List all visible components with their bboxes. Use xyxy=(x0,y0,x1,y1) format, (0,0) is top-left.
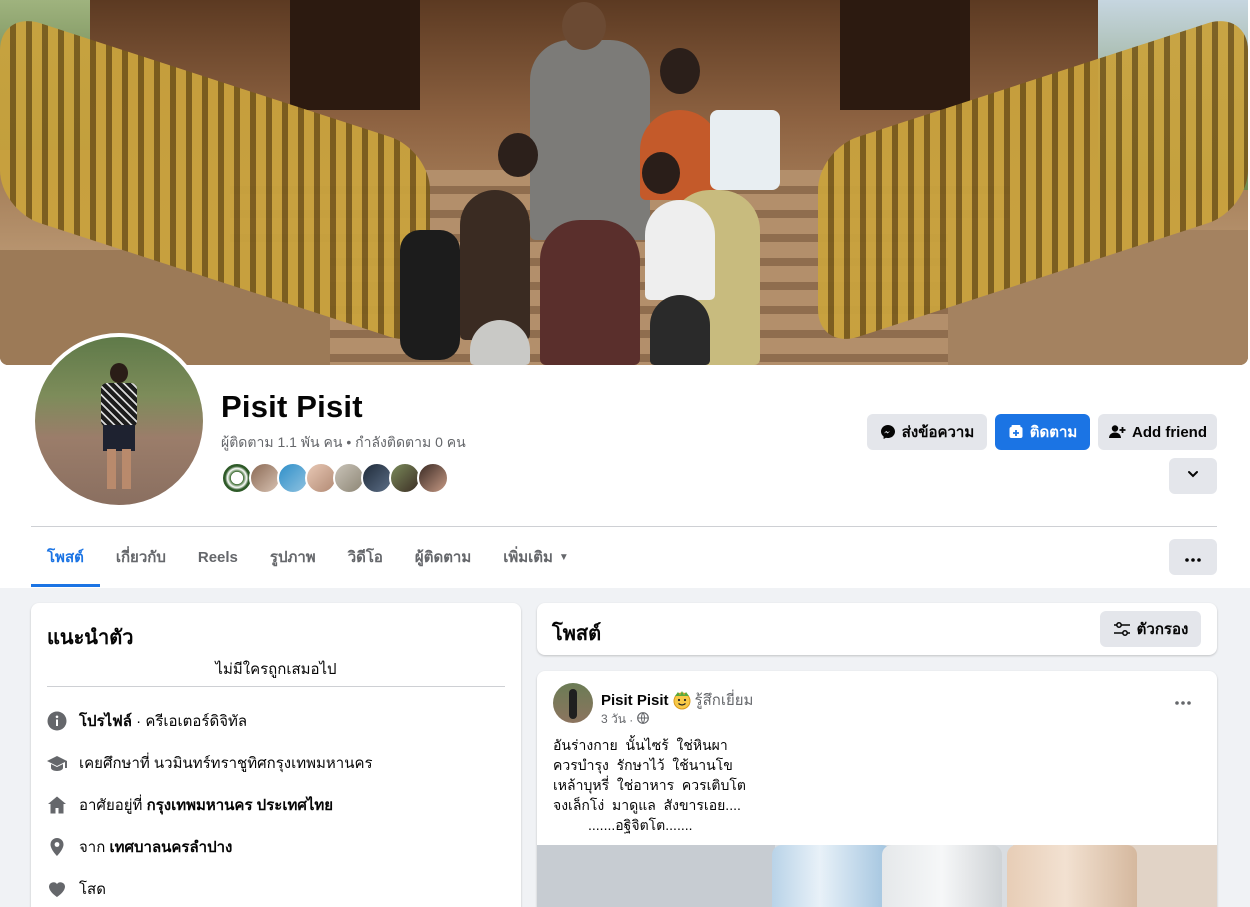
more-dots-icon xyxy=(1185,549,1201,566)
posts-header-card: โพสต์ ตัวกรอง xyxy=(537,603,1217,655)
filter-icon xyxy=(1113,621,1131,637)
tab-photos[interactable]: รูปภาพ xyxy=(254,527,332,587)
tabs-more-button[interactable] xyxy=(1169,539,1217,575)
cover-photo[interactable] xyxy=(0,0,1248,365)
tab-posts[interactable]: โพสต์ xyxy=(31,527,100,587)
intro-divider xyxy=(47,686,505,687)
post-author-name[interactable]: Pisit Pisit xyxy=(601,692,669,709)
add-friend-button[interactable]: Add friend xyxy=(1098,414,1217,450)
home-icon xyxy=(47,795,67,815)
post-author-avatar[interactable] xyxy=(553,683,593,723)
globe-icon xyxy=(636,712,649,727)
graduation-cap-icon xyxy=(47,753,67,773)
follower-avatars[interactable] xyxy=(221,462,449,494)
profile-tabs: โพสต์ เกี่ยวกับ Reels รูปภาพ วิดีโอ ผู้ต… xyxy=(31,527,585,587)
filter-button[interactable]: ตัวกรอง xyxy=(1100,611,1201,647)
follow-icon xyxy=(1008,424,1024,440)
follow-button[interactable]: ติดตาม xyxy=(995,414,1090,450)
post-time[interactable]: 3 วัน xyxy=(601,710,626,729)
info-icon xyxy=(47,711,67,731)
post-feeling: รู้สึกเยี่ยม xyxy=(694,692,754,709)
posts-title: โพสต์ xyxy=(552,623,602,645)
more-dots-icon xyxy=(1175,692,1191,710)
intro-item-profile: โปรไฟล์ · ครีเอเตอร์ดิจิทัล xyxy=(47,709,247,733)
tab-followers[interactable]: ผู้ติดตาม xyxy=(399,527,487,587)
more-options-button[interactable] xyxy=(1169,458,1217,494)
intro-item-location: อาศัยอยู่ที่ กรุงเทพมหานคร ประเทศไทย xyxy=(47,793,333,817)
post-options-button[interactable] xyxy=(1165,683,1201,719)
post-text: อันร่างกาย นั้นไซร้ ใช่หินผา ควรบำรุง รั… xyxy=(553,737,746,833)
message-button[interactable]: ส่งข้อความ xyxy=(867,414,987,450)
feeling-emoji-icon xyxy=(671,689,693,711)
follower-avatar[interactable] xyxy=(417,462,449,494)
intro-item-relationship: โสด xyxy=(47,877,106,901)
profile-name: Pisit Pisit xyxy=(221,389,363,424)
add-friend-icon xyxy=(1108,424,1126,440)
messenger-icon xyxy=(880,424,896,440)
intro-bio: ไม่มีใครถูกเสมอไป xyxy=(215,661,337,678)
location-pin-icon xyxy=(47,837,67,857)
tab-reels[interactable]: Reels xyxy=(182,527,254,587)
profile-header: Pisit Pisit ผู้ติดตาม 1.1 พัน คน • กำลัง… xyxy=(0,0,1250,588)
profile-avatar[interactable] xyxy=(35,337,203,505)
post-author-line: Pisit Pisit รู้สึกเยี่ยม xyxy=(601,688,753,712)
post-meta: 3 วัน · xyxy=(601,710,649,729)
caret-down-icon: ▼ xyxy=(558,551,569,563)
tab-about[interactable]: เกี่ยวกับ xyxy=(100,527,182,587)
intro-item-education: เคยศึกษาที่ นวมินทร์ทราชูทิศกรุงเทพมหานค… xyxy=(47,751,373,775)
intro-card: แนะนำตัว ไม่มีใครถูกเสมอไป โปรไฟล์ · ครี… xyxy=(31,603,521,907)
heart-icon xyxy=(47,879,67,899)
tab-more[interactable]: เพิ่มเติม ▼ xyxy=(487,527,585,587)
tab-videos[interactable]: วิดีโอ xyxy=(332,527,399,587)
intro-title: แนะนำตัว xyxy=(47,627,134,649)
intro-item-hometown: จาก เทศบาลนครลำปาง xyxy=(47,835,232,859)
post-photo[interactable] xyxy=(537,845,1217,907)
post-card: Pisit Pisit รู้สึกเยี่ยม 3 วัน · อันร่าง… xyxy=(537,671,1217,907)
chevron-down-icon xyxy=(1186,467,1200,485)
follower-stats[interactable]: ผู้ติดตาม 1.1 พัน คน • กำลังติดตาม 0 คน xyxy=(221,432,466,454)
